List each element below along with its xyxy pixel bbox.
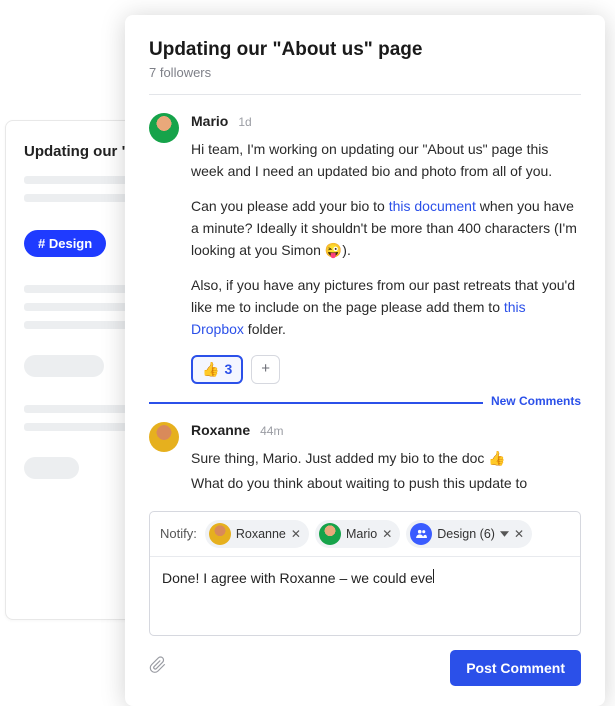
comment: Mario 1d Hi team, I'm working on updatin…: [149, 113, 581, 384]
notify-chip-mario[interactable]: Mario ✕: [315, 520, 400, 548]
remove-recipient-button[interactable]: ✕: [382, 527, 392, 541]
avatar-mario-icon: [319, 523, 341, 545]
group-icon: [410, 523, 432, 545]
document-link[interactable]: this document: [389, 198, 476, 214]
add-reaction-button[interactable]: +: [251, 355, 280, 384]
avatar-mario[interactable]: [149, 113, 179, 143]
comment-author[interactable]: Roxanne: [191, 422, 250, 438]
divider: [149, 94, 581, 95]
comment-paragraph: Sure thing, Mario. Just added my bio to …: [191, 448, 581, 470]
comment-timestamp: 44m: [260, 424, 283, 438]
reaction-thumbsup[interactable]: 👍 3: [191, 355, 243, 384]
comment-paragraph: Also, if you have any pictures from our …: [191, 275, 581, 340]
comment: Roxanne 44m Sure thing, Mario. Just adde…: [149, 422, 581, 499]
avatar-roxanne-icon: [209, 523, 231, 545]
post-panel: Updating our "About us" page 7 followers…: [125, 15, 605, 706]
notify-chip-roxanne[interactable]: Roxanne ✕: [205, 520, 309, 548]
comment-paragraph: Can you please add your bio to this docu…: [191, 196, 581, 261]
notify-row: Notify: Roxanne ✕ Mario ✕ Design (6) ✕: [150, 512, 580, 557]
remove-recipient-button[interactable]: ✕: [514, 527, 524, 541]
comment-paragraph: What do you think about waiting to push …: [191, 473, 581, 495]
followers-count[interactable]: 7 followers: [149, 65, 581, 80]
notify-chip-design-group[interactable]: Design (6) ✕: [406, 520, 532, 548]
post-comment-button[interactable]: Post Comment: [450, 650, 581, 686]
remove-recipient-button[interactable]: ✕: [291, 527, 301, 541]
comment-input[interactable]: Done! I agree with Roxanne – we could ev…: [150, 557, 580, 635]
post-title: Updating our "About us" page: [149, 39, 581, 61]
compose-box: Notify: Roxanne ✕ Mario ✕ Design (6) ✕: [149, 511, 581, 636]
notify-label: Notify:: [160, 526, 197, 541]
thumbsup-icon: 👍: [202, 361, 219, 378]
comment-author[interactable]: Mario: [191, 113, 228, 129]
attachment-button[interactable]: [149, 656, 167, 679]
design-tag-chip[interactable]: # Design: [24, 230, 106, 257]
reaction-count: 3: [224, 361, 232, 377]
thumbsup-icon: 👍: [488, 450, 505, 466]
new-comments-label: New Comments: [483, 394, 581, 408]
comment-paragraph: Hi team, I'm working on updating our "Ab…: [191, 139, 581, 182]
chevron-down-icon[interactable]: [500, 531, 509, 537]
new-comments-divider: New Comments: [149, 402, 581, 404]
avatar-roxanne[interactable]: [149, 422, 179, 452]
paperclip-icon: [149, 656, 167, 674]
comment-timestamp: 1d: [238, 115, 251, 129]
